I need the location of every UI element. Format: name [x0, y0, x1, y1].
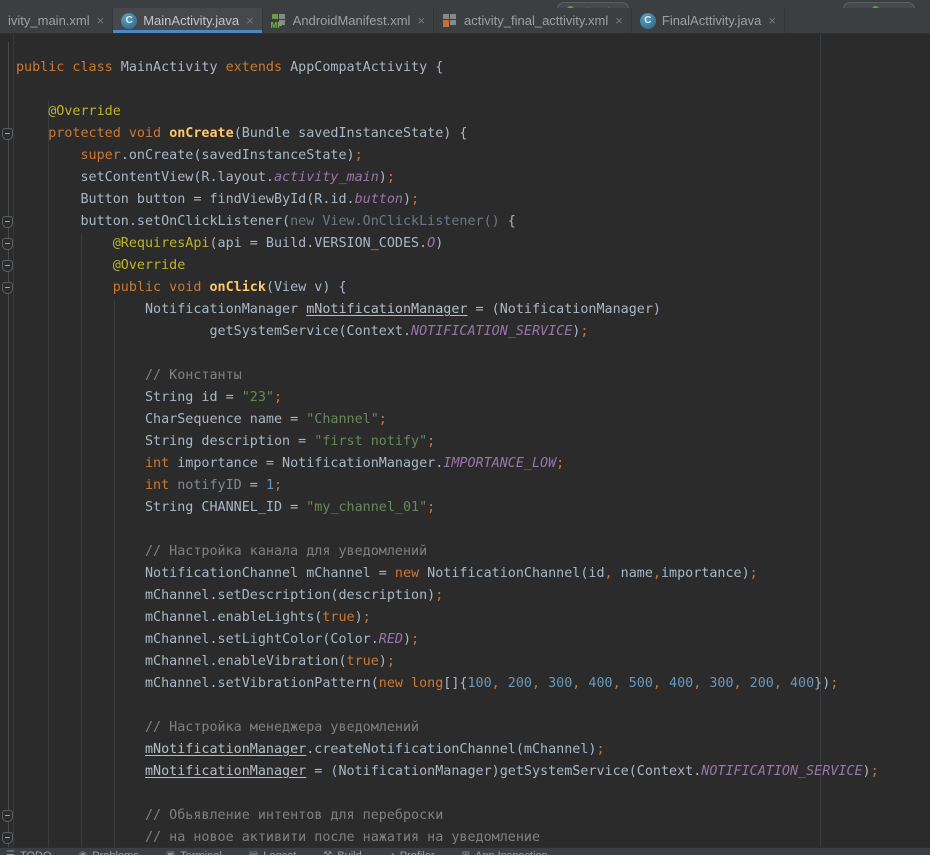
code-line: String CHANNEL_ID = "my_channel_01"; [0, 497, 930, 519]
build-icon: ⚒ [323, 849, 332, 855]
tool-window-label: TODO [20, 849, 52, 855]
tab-androidmanifest-xml[interactable]: MF AndroidManifest.xml × [263, 8, 434, 33]
code-line: Button button = findViewById(R.id.button… [0, 189, 930, 211]
code-line: button.setOnClickListener(new View.OnCli… [0, 211, 930, 233]
tool-window-button-terminal[interactable]: ▣ Terminal [166, 849, 222, 855]
profiler-icon: ◔ [389, 849, 395, 855]
code-line: mNotificationManager.createNotificationC… [0, 739, 930, 761]
tool-window-label: App Inspection [475, 849, 548, 855]
code-line: setContentView(R.layout.activity_main); [0, 167, 930, 189]
editor-tab-bar: ivity_main.xml × C MainActivity.java × MF Andr… [0, 8, 930, 34]
tool-window-label: Build [337, 849, 361, 855]
code-line: int importance = NotificationManager.IMP… [0, 453, 930, 475]
code-line: mChannel.enableVibration(true); [0, 651, 930, 673]
code-line: mChannel.setVibrationPattern(new long[]{… [0, 673, 930, 695]
code-line: @Override [0, 101, 930, 123]
code-line: public void onClick(View v) { [0, 277, 930, 299]
close-tab-icon[interactable]: × [615, 14, 623, 27]
tab-label: FinalActtivity.java [662, 13, 761, 28]
code-line: String id = "23"; [0, 387, 930, 409]
tab-activity-final-acttivity-xml[interactable]: activity_final_acttivity.xml × [434, 8, 632, 33]
code-line: @RequiresApi(api = Build.VERSION_CODES.O… [0, 233, 930, 255]
tab-label: ivity_main.xml [8, 13, 90, 28]
code-line: // на новое активити после нажатия на ув… [0, 827, 930, 847]
tool-window-button-profiler[interactable]: ◔ Profiler [389, 849, 435, 855]
code-line: NotificationManager mNotificationManager… [0, 299, 930, 321]
todo-icon: ☰ [6, 849, 15, 855]
tool-window-label: Logcat [263, 849, 296, 855]
layout-file-icon [442, 13, 458, 29]
code-line: CharSequence name = "Channel"; [0, 409, 930, 431]
ide-window: ivity_main.xml × C MainActivity.java × MF Andr… [0, 0, 930, 855]
tool-window-label: Terminal [180, 849, 222, 855]
tool-window-button-todo[interactable]: ☰ TODO [6, 849, 52, 855]
class-file-icon: C [121, 13, 137, 29]
code-line: mChannel.enableLights(true); [0, 607, 930, 629]
tool-window-label: Profiler [400, 849, 435, 855]
code-line: // Обьявление интентов для переброски [0, 805, 930, 827]
tab-finalacttivity-java[interactable]: C FinalActtivity.java × [632, 8, 785, 33]
code-line [0, 79, 930, 101]
tab-mainactivity-java[interactable]: C MainActivity.java × [113, 8, 262, 33]
code-line: String description = "first notify"; [0, 431, 930, 453]
close-tab-icon[interactable]: × [97, 14, 105, 27]
tab-label: MainActivity.java [143, 13, 239, 28]
code-line: mChannel.setDescription(description); [0, 585, 930, 607]
code-line: // Настройка менеджера уведомлений [0, 717, 930, 739]
tool-window-buttons: ☰ TODO ◉ Problems ▣ Terminal ▤ Logcat ⚒ Build ◔ Pro… [0, 848, 930, 855]
tool-window-button-build[interactable]: ⚒ Build [323, 849, 361, 855]
app-inspection-icon: ⊞ [462, 849, 470, 855]
code-line: protected void onCreate(Bundle savedInst… [0, 123, 930, 145]
logcat-icon: ▤ [249, 849, 258, 855]
tab-label: AndroidManifest.xml [293, 13, 411, 28]
code-line: @Override [0, 255, 930, 277]
code-line: super.onCreate(savedInstanceState); [0, 145, 930, 167]
code-line: getSystemService(Context.NOTIFICATION_SE… [0, 321, 930, 343]
code-line [0, 519, 930, 541]
tool-window-button-logcat[interactable]: ▤ Logcat [249, 849, 296, 855]
close-tab-icon[interactable]: × [768, 14, 776, 27]
code-line [0, 695, 930, 717]
code-line [0, 783, 930, 805]
manifest-file-icon: MF [271, 13, 287, 29]
code-line: NotificationChannel mChannel = new Notif… [0, 563, 930, 585]
tool-window-button-problems[interactable]: ◉ Problems [79, 849, 139, 855]
close-tab-icon[interactable]: × [246, 14, 254, 27]
code-line: // Настройка канала для уведомлений [0, 541, 930, 563]
code-area: public class MainActivity extends AppCom… [0, 57, 930, 847]
code-line: int notifyID = 1; [0, 475, 930, 497]
problems-icon: ◉ [79, 849, 88, 855]
tab-ivity-main-xml[interactable]: ivity_main.xml × [0, 8, 113, 33]
class-file-icon: C [640, 13, 656, 29]
code-line: public class MainActivity extends AppCom… [0, 57, 930, 79]
tool-window-label: Problems [92, 849, 138, 855]
tool-window-bar: ☰ TODO ◉ Problems ▣ Terminal ▤ Logcat ⚒ Build ◔ Pro… [0, 847, 930, 855]
tab-label: activity_final_acttivity.xml [464, 13, 608, 28]
terminal-icon: ▣ [166, 849, 175, 855]
code-line [0, 343, 930, 365]
tool-window-button-app-inspection[interactable]: ⊞ App Inspection [462, 849, 548, 855]
code-editor[interactable]: public class MainActivity extends AppCom… [0, 34, 930, 847]
code-line: mNotificationManager = (NotificationMana… [0, 761, 930, 783]
close-tab-icon[interactable]: × [417, 14, 425, 27]
code-line: // Константы [0, 365, 930, 387]
code-line: mChannel.setLightColor(Color.RED); [0, 629, 930, 651]
